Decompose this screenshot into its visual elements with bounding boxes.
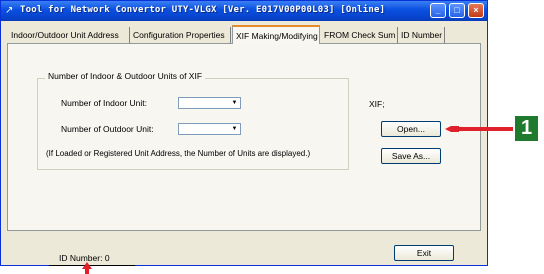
maximize-button[interactable]: □ bbox=[449, 3, 465, 18]
xif-label: XIF; bbox=[369, 99, 385, 109]
app-window: ↗ Tool for Network Convertor UTY-VLGX [V… bbox=[0, 0, 488, 266]
units-group-legend: Number of Indoor & Outdoor Units of XIF bbox=[45, 71, 206, 81]
outdoor-unit-label: Number of Outdoor Unit: bbox=[61, 124, 154, 134]
tab-unit-address[interactable]: Indoor/Outdoor Unit Address bbox=[8, 27, 130, 43]
tab-xif-making[interactable]: XIF Making/Modifying bbox=[232, 25, 320, 44]
callout-arrow-icon bbox=[445, 126, 513, 132]
callout-badge: 1 bbox=[515, 116, 538, 141]
outdoor-unit-select[interactable]: ▼ bbox=[178, 123, 241, 135]
tab-from-check-sum[interactable]: FROM Check Sum bbox=[321, 27, 398, 43]
callout-arrow-up-icon bbox=[82, 262, 92, 274]
units-note: (If Loaded or Registered Unit Address, t… bbox=[46, 149, 311, 158]
chevron-down-icon: ▼ bbox=[231, 126, 238, 132]
minimize-button[interactable]: _ bbox=[430, 3, 446, 18]
tab-id-number[interactable]: ID Number bbox=[398, 27, 445, 43]
exit-button[interactable]: Exit bbox=[394, 245, 454, 261]
open-button[interactable]: Open... bbox=[381, 121, 441, 137]
indoor-unit-label: Number of Indoor Unit: bbox=[61, 98, 147, 108]
chevron-down-icon: ▼ bbox=[231, 100, 238, 106]
window-title: Tool for Network Convertor UTY-VLGX [Ver… bbox=[20, 5, 386, 15]
tab-configuration-properties[interactable]: Configuration Properties bbox=[130, 27, 231, 43]
indoor-unit-select[interactable]: ▼ bbox=[178, 97, 241, 109]
id-number-underline bbox=[49, 265, 135, 266]
close-button[interactable]: × bbox=[468, 3, 484, 18]
title-bar: ↗ Tool for Network Convertor UTY-VLGX [V… bbox=[1, 1, 487, 21]
save-as-button[interactable]: Save As... bbox=[381, 148, 441, 164]
app-icon: ↗ bbox=[5, 5, 14, 16]
